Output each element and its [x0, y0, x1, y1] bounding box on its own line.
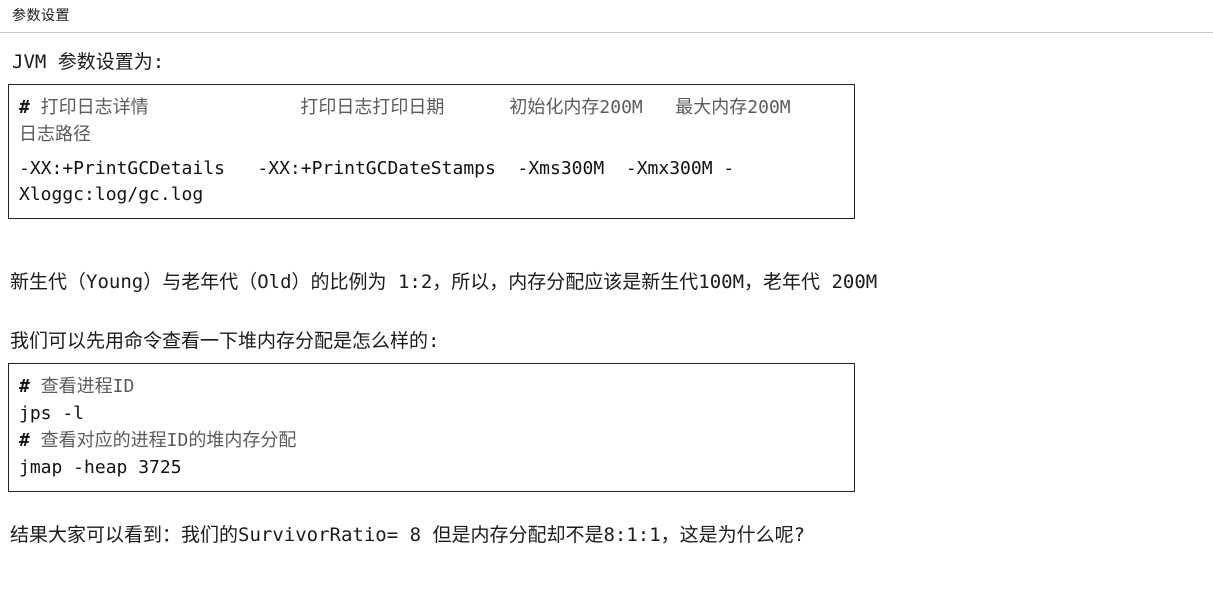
result-paragraph: 结果大家可以看到：我们的SurvivorRatio= 8 但是内存分配却不是8:…	[10, 524, 806, 546]
ratio-paragraph: 新生代（Young）与老年代（Old）的比例为 1:2，所以，内存分配应该是新生…	[10, 271, 878, 293]
code-block-jvm-params[interactable]: # 打印日志详情 打印日志打印日期 初始化内存200M 最大内存200M 日志路…	[8, 84, 855, 219]
code-comment-text: 查看对应的进程ID的堆内存分配	[29, 430, 297, 451]
code-comment-text: 查看进程ID	[29, 376, 135, 397]
command-lead-paragraph: 我们可以先用命令查看一下堆内存分配是怎么样的:	[10, 330, 440, 352]
code-comment-line: # 打印日志详情 打印日志打印日期 初始化内存200M 最大内存200M 日志路…	[19, 94, 844, 148]
hash-icon: #	[19, 430, 30, 451]
code-comment-line: # 查看进程ID	[19, 373, 844, 400]
page-title: 参数设置	[12, 8, 70, 24]
intro-paragraph: JVM 参数设置为:	[12, 51, 165, 73]
code-line: jps -l	[19, 403, 85, 424]
hash-icon: #	[19, 97, 30, 118]
page-root: 参数设置 JVM 参数设置为: # 打印日志详情 打印日志打印日期 初始化内存2…	[0, 0, 1213, 615]
article-content: JVM 参数设置为: # 打印日志详情 打印日志打印日期 初始化内存200M 最…	[0, 49, 1213, 548]
code-block-jmap-commands[interactable]: # 查看进程ID jps -l # 查看对应的进程ID的堆内存分配 jmap -…	[8, 363, 855, 492]
code-line: jmap -heap 3725	[19, 457, 182, 478]
hash-icon: #	[19, 376, 30, 397]
code-comment-line: # 查看对应的进程ID的堆内存分配	[19, 427, 844, 454]
code-comment-text: 打印日志详情 打印日志打印日期 初始化内存200M 最大内存200M 日志路径	[19, 97, 845, 145]
code-line: -XX:+PrintGCDetails -XX:+PrintGCDateStam…	[19, 158, 735, 205]
page-header: 参数设置	[0, 0, 1213, 33]
code-spacer	[19, 148, 844, 156]
